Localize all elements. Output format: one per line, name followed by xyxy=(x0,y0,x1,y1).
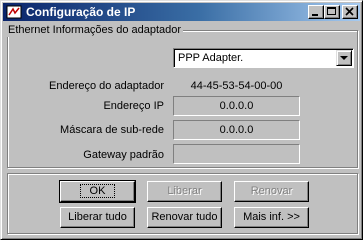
ip-address-label: Endereço IP xyxy=(103,100,164,112)
ok-button-label: OK xyxy=(79,184,116,198)
window-title: Configuração de IP xyxy=(26,5,136,19)
ok-button[interactable]: OK xyxy=(59,180,136,203)
minimize-button[interactable] xyxy=(308,5,324,19)
adapter-info-group-label: Ethernet Informações do adaptador xyxy=(6,23,184,37)
release-button[interactable]: Liberar xyxy=(147,181,222,202)
maximize-button[interactable] xyxy=(324,5,340,19)
network-icon xyxy=(6,5,22,19)
subnet-mask-label: Máscara de sub-rede xyxy=(60,124,164,136)
default-gateway-label: Gateway padrão xyxy=(83,149,164,161)
maximize-icon xyxy=(327,7,336,15)
ip-config-window: Configuração de IP Ethernet Informações … xyxy=(0,0,363,240)
close-button[interactable] xyxy=(342,5,358,19)
more-info-button[interactable]: Mais inf. >> xyxy=(234,207,309,228)
adapter-select[interactable]: PPP Adapter. xyxy=(173,48,354,68)
adapter-select-dropdown-button[interactable] xyxy=(336,50,352,66)
adapter-select-value: PPP Adapter. xyxy=(178,52,244,64)
release-all-button[interactable]: Liberar tudo xyxy=(60,207,135,228)
minimize-icon xyxy=(312,14,318,16)
chevron-down-icon xyxy=(340,56,348,60)
default-gateway-value xyxy=(173,144,300,164)
title-bar[interactable]: Configuração de IP xyxy=(3,3,360,21)
renew-button[interactable]: Renovar xyxy=(234,181,309,202)
subnet-mask-value: 0.0.0.0 xyxy=(173,120,300,140)
renew-all-button[interactable]: Renovar tudo xyxy=(147,207,222,228)
close-icon xyxy=(345,7,354,16)
adapter-address-label: Endereço do adaptador xyxy=(49,80,164,92)
adapter-address-value: 44-45-53-54-00-00 xyxy=(173,76,300,96)
ip-address-value: 0.0.0.0 xyxy=(173,96,300,116)
